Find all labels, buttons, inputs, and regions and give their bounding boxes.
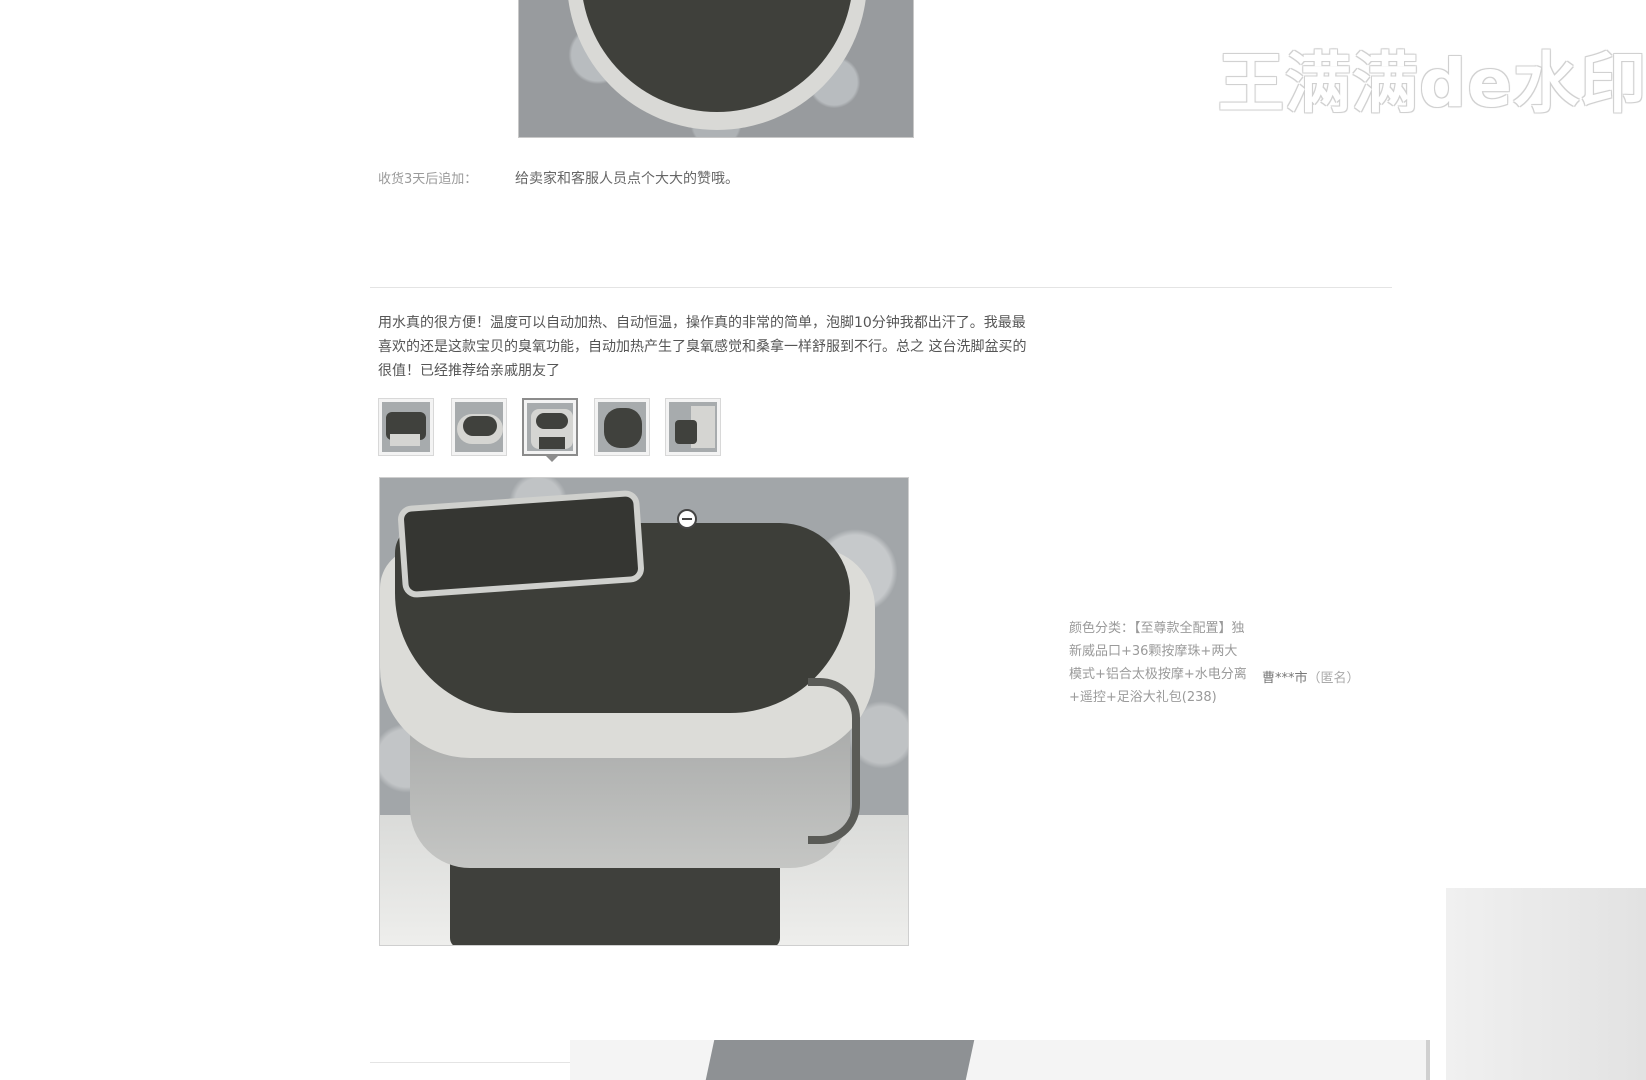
review-thumbnail[interactable]: [378, 398, 434, 456]
review-photo-top: [518, 0, 914, 138]
reviewer-username: 曹***市: [1262, 671, 1308, 686]
review-thumbnail[interactable]: [451, 398, 507, 456]
reviewer-anonymous-tag: （匿名）: [1307, 671, 1360, 686]
review-divider: [370, 287, 1392, 288]
zoom-out-icon[interactable]: [677, 509, 697, 529]
appended-review-text: 给卖家和客服人员点个大大的赞哦。: [515, 171, 739, 187]
review-photo-large[interactable]: [379, 477, 909, 946]
sku-info: 颜色分类：【至尊款全配置】独新威品口+36颗按摩珠+两大模式+铝合太极按摩+水电…: [1069, 621, 1247, 705]
review-thumbnail-selected[interactable]: [522, 398, 578, 462]
review-photo-next: [570, 1040, 1430, 1080]
review-thumbnail[interactable]: [665, 398, 721, 456]
side-image-fragment: [1446, 888, 1646, 1080]
appended-review-label: 收货3天后追加：: [378, 172, 478, 187]
watermark-text: 王满满de水印: [1218, 45, 1646, 122]
review-thumbnail[interactable]: [594, 398, 650, 456]
reviewer-name: 曹***市（匿名）: [1262, 667, 1360, 686]
review-text: 用水真的很方便！温度可以自动加热、自动恒温，操作真的非常的简单，泡脚10分钟我都…: [378, 315, 1027, 379]
